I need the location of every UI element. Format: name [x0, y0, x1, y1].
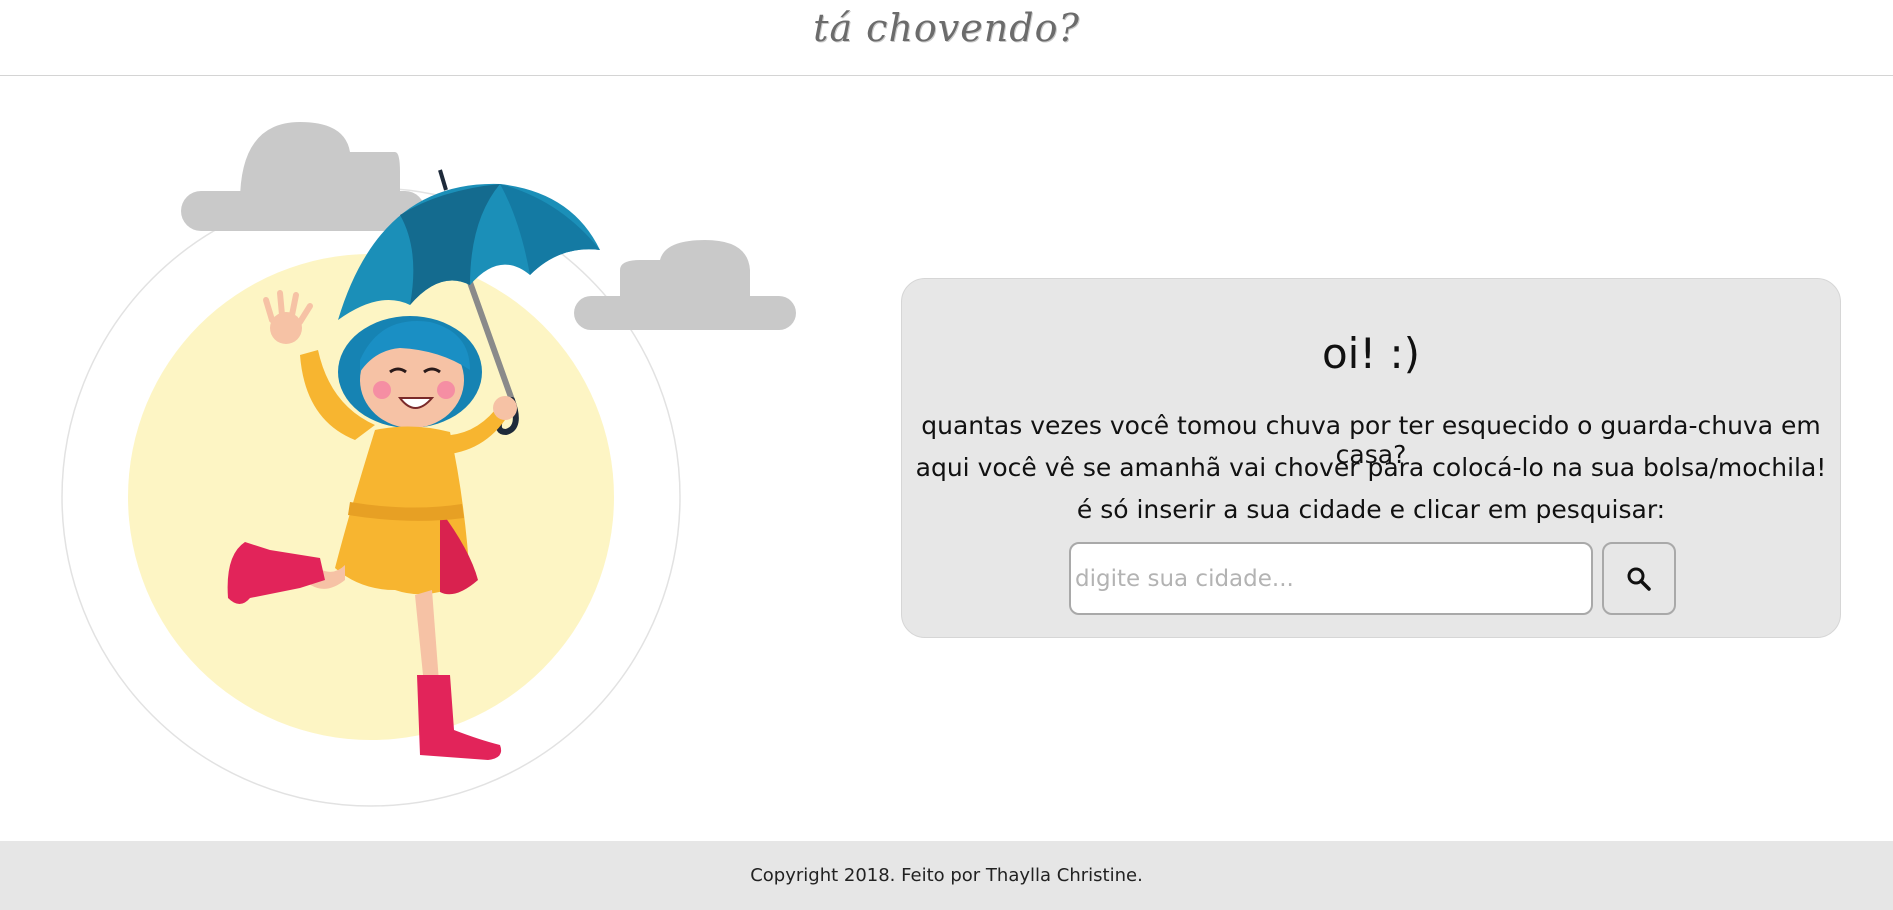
site-header: tá chovendo? [0, 0, 1893, 76]
copyright-text: Copyright 2018. Feito por Thaylla Christ… [750, 865, 1143, 886]
cloud-right-icon [574, 240, 796, 330]
hero-illustration [61, 122, 796, 807]
intro-text-line-3: é só inserir a sua cidade e clicar em pe… [1076, 495, 1666, 524]
intro-text-line-2: aqui você vê se amanhã vai chover para c… [915, 453, 1827, 482]
site-logo[interactable]: tá chovendo? [0, 6, 1893, 50]
search-icon [1627, 567, 1651, 591]
intro-card: oi! :) quantas vezes você tomou chuva po… [901, 278, 1841, 638]
greeting-heading: oi! :) [1321, 329, 1421, 378]
city-search-input[interactable] [1069, 542, 1593, 615]
search-button[interactable] [1602, 542, 1676, 615]
cloud-left-icon [181, 122, 425, 231]
site-footer: Copyright 2018. Feito por Thaylla Christ… [0, 841, 1893, 910]
